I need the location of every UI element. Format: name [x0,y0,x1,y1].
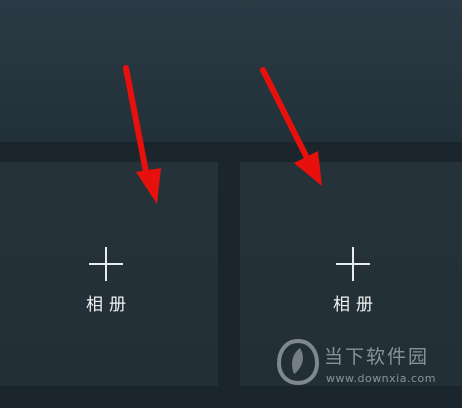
album-tile-left[interactable]: 相册 [0,162,218,386]
watermark-text: 当下软件园 [324,346,430,368]
plus-icon [336,247,370,281]
album-label: 相册 [333,295,379,315]
plus-icon [89,247,123,281]
watermark-logo [276,338,320,386]
watermark-url: www.downxia.com [326,372,436,385]
top-panel [0,0,462,142]
album-label: 相册 [86,295,132,315]
